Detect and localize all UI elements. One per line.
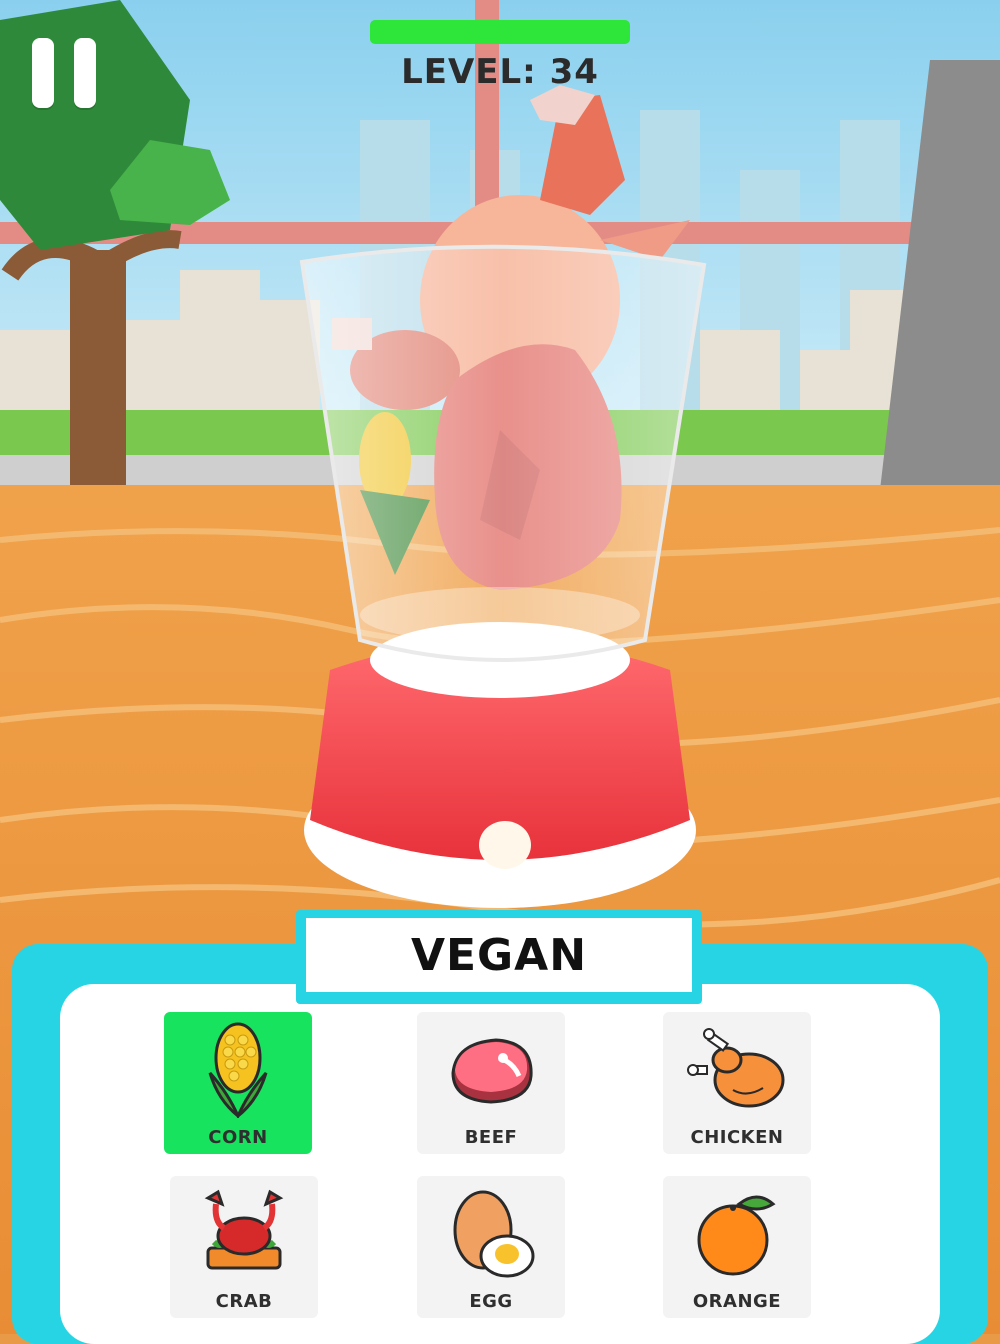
pause-button[interactable] <box>32 38 96 108</box>
food-card-label: CHICKEN <box>690 1127 784 1148</box>
egg-icon <box>453 1190 535 1278</box>
food-card-label: BEEF <box>464 1127 518 1148</box>
food-card-corn[interactable]: CORN <box>164 1012 312 1154</box>
crab-icon <box>204 1189 284 1270</box>
food-card-label: CRAB <box>215 1291 273 1312</box>
food-card-chicken[interactable]: CHICKEN <box>663 1012 811 1154</box>
category-label: VEGAN <box>306 918 692 992</box>
food-card-egg[interactable]: EGG <box>417 1176 565 1318</box>
corn-icon <box>208 1022 268 1118</box>
food-card-orange[interactable]: ORANGE <box>663 1176 811 1318</box>
beef-icon <box>451 1038 533 1104</box>
level-label: LEVEL: 34 <box>401 52 599 92</box>
food-card-label: CORN <box>208 1127 268 1148</box>
chicken-icon <box>687 1028 785 1108</box>
level-progress-bar <box>370 20 630 44</box>
orange-icon <box>697 1195 776 1276</box>
food-card-label: EGG <box>469 1291 513 1312</box>
food-card-label: ORANGE <box>692 1291 782 1312</box>
food-card-beef[interactable]: BEEF <box>417 1012 565 1154</box>
food-card-crab[interactable]: CRAB <box>170 1176 318 1318</box>
